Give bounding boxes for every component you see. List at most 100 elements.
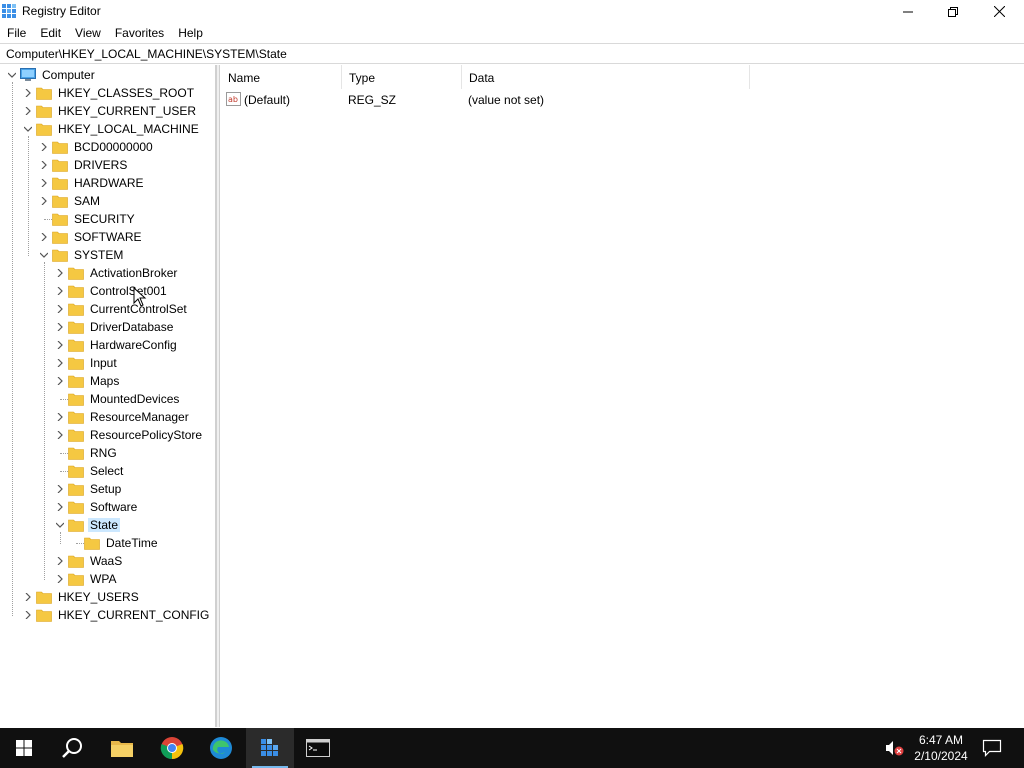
system-clock[interactable]: 6:47 AM 2/10/2024 xyxy=(906,732,976,764)
chevron-right-icon[interactable] xyxy=(40,233,48,241)
tree-item[interactable]: WaaS xyxy=(0,552,215,570)
chevron-right-icon[interactable] xyxy=(56,413,64,421)
key-tree[interactable]: Computer HKEY_CLASSES_ROOT HKEY_CURRENT_US… xyxy=(0,65,216,727)
tree-item[interactable]: ControlSet001 xyxy=(0,282,215,300)
tree-item-label: MountedDevices xyxy=(90,392,180,406)
chevron-right-icon[interactable] xyxy=(40,143,48,151)
address-bar[interactable]: Computer\HKEY_LOCAL_MACHINE\SYSTEM\State xyxy=(0,43,1024,64)
tree-item[interactable]: ActivationBroker xyxy=(0,264,215,282)
chevron-right-icon[interactable] xyxy=(24,107,32,115)
registry-editor-button[interactable] xyxy=(246,728,294,768)
menu-help[interactable]: Help xyxy=(171,23,210,43)
tree-item[interactable]: HKEY_USERS xyxy=(0,588,215,606)
minimize-button[interactable] xyxy=(885,0,931,23)
tree-item[interactable]: SECURITY xyxy=(0,210,215,228)
tree-item[interactable]: BCD00000000 xyxy=(0,138,215,156)
chevron-right-icon[interactable] xyxy=(56,575,64,583)
menu-view[interactable]: View xyxy=(68,23,108,43)
tree-item[interactable]: Software xyxy=(0,498,215,516)
chevron-down-icon[interactable] xyxy=(40,251,48,259)
restore-button[interactable] xyxy=(930,0,976,23)
string-value-icon: ab xyxy=(226,92,241,106)
chevron-right-icon[interactable] xyxy=(56,485,64,493)
chevron-right-icon[interactable] xyxy=(40,161,48,169)
value-row-default[interactable]: ab (Default) REG_SZ (value not set) xyxy=(221,92,821,108)
notification-icon[interactable] xyxy=(982,739,1002,757)
tree-item[interactable]: DateTime xyxy=(0,534,215,552)
column-header-type[interactable]: Type xyxy=(342,65,462,89)
folder-icon xyxy=(36,87,52,100)
tree-item[interactable]: Maps xyxy=(0,372,215,390)
tree-item-label: Select xyxy=(90,464,124,478)
folder-icon xyxy=(68,303,84,316)
value-list[interactable]: Name Type Data ab (Default) REG_SZ (valu… xyxy=(221,65,1024,727)
tree-item[interactable]: WPA xyxy=(0,570,215,588)
search-button[interactable] xyxy=(48,728,96,768)
file-explorer-button[interactable] xyxy=(98,728,146,768)
chevron-right-icon[interactable] xyxy=(56,323,64,331)
chevron-right-icon[interactable] xyxy=(56,359,64,367)
close-button[interactable] xyxy=(976,0,1022,23)
tree-item[interactable]: SYSTEM xyxy=(0,246,215,264)
menu-favorites[interactable]: Favorites xyxy=(108,23,171,43)
folder-icon xyxy=(68,393,84,406)
column-header-name[interactable]: Name xyxy=(221,65,342,89)
tree-item[interactable]: ResourceManager xyxy=(0,408,215,426)
tree-item-label: HKEY_CURRENT_USER xyxy=(58,104,197,118)
menu-edit[interactable]: Edit xyxy=(33,23,68,43)
chevron-right-icon[interactable] xyxy=(40,179,48,187)
edge-button[interactable] xyxy=(197,728,245,768)
chevron-down-icon[interactable] xyxy=(56,521,64,529)
pane-splitter[interactable] xyxy=(216,65,220,727)
chevron-right-icon[interactable] xyxy=(56,377,64,385)
tree-item-label: BCD00000000 xyxy=(74,140,153,154)
tree-item[interactable]: SAM xyxy=(0,192,215,210)
chevron-right-icon[interactable] xyxy=(56,341,64,349)
start-button[interactable] xyxy=(0,728,48,768)
tree-item[interactable]: DRIVERS xyxy=(0,156,215,174)
tree-item[interactable]: Setup xyxy=(0,480,215,498)
tree-item[interactable]: ResourcePolicyStore xyxy=(0,426,215,444)
chevron-right-icon[interactable] xyxy=(56,557,64,565)
tree-item-label: HKEY_LOCAL_MACHINE xyxy=(58,122,199,136)
tree-item-label: SECURITY xyxy=(74,212,135,226)
edge-icon xyxy=(210,737,232,759)
chrome-button[interactable] xyxy=(148,728,196,768)
chevron-right-icon[interactable] xyxy=(24,593,32,601)
chevron-down-icon[interactable] xyxy=(8,71,16,79)
tree-item-label: Computer xyxy=(42,68,95,82)
tree-item[interactable]: Input xyxy=(0,354,215,372)
tree-item[interactable]: HKEY_LOCAL_MACHINE xyxy=(0,120,215,138)
chevron-down-icon[interactable] xyxy=(24,125,32,133)
column-header-data[interactable]: Data xyxy=(462,65,750,89)
tree-item[interactable]: DriverDatabase xyxy=(0,318,215,336)
tree-item-label: SOFTWARE xyxy=(74,230,142,244)
chevron-right-icon[interactable] xyxy=(40,197,48,205)
menu-file[interactable]: File xyxy=(0,23,33,43)
chevron-right-icon[interactable] xyxy=(56,287,64,295)
chevron-right-icon[interactable] xyxy=(24,89,32,97)
tree-item[interactable]: SOFTWARE xyxy=(0,228,215,246)
tree-item-label: Setup xyxy=(90,482,122,496)
chevron-right-icon[interactable] xyxy=(56,269,64,277)
tree-item[interactable]: HardwareConfig xyxy=(0,336,215,354)
volume-muted-icon[interactable] xyxy=(884,740,904,756)
address-path[interactable]: Computer\HKEY_LOCAL_MACHINE\SYSTEM\State xyxy=(6,47,287,61)
clock-time: 6:47 AM xyxy=(918,733,964,747)
tree-item[interactable]: Computer xyxy=(0,66,215,84)
chevron-right-icon[interactable] xyxy=(56,503,64,511)
chevron-right-icon[interactable] xyxy=(56,305,64,313)
command-prompt-button[interactable] xyxy=(294,728,342,768)
tree-item[interactable]: CurrentControlSet xyxy=(0,300,215,318)
tree-item[interactable]: HKEY_CURRENT_USER xyxy=(0,102,215,120)
tree-item[interactable]: HARDWARE xyxy=(0,174,215,192)
tree-item[interactable]: Select xyxy=(0,462,215,480)
chevron-right-icon[interactable] xyxy=(24,611,32,619)
tree-item[interactable]: RNG xyxy=(0,444,215,462)
folder-icon xyxy=(52,141,68,154)
tree-item[interactable]: MountedDevices xyxy=(0,390,215,408)
tree-item[interactable]: State xyxy=(0,516,215,534)
tree-item[interactable]: HKEY_CLASSES_ROOT xyxy=(0,84,215,102)
chevron-right-icon[interactable] xyxy=(56,431,64,439)
tree-item[interactable]: HKEY_CURRENT_CONFIG xyxy=(0,606,215,624)
